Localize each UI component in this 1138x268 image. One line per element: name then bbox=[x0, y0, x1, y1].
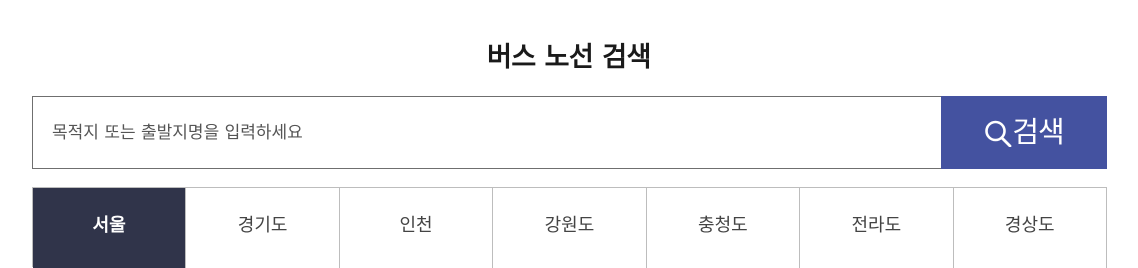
tab-chungcheong[interactable]: 충청도 bbox=[646, 188, 801, 268]
search-input[interactable] bbox=[32, 96, 941, 169]
tab-incheon[interactable]: 인천 bbox=[339, 188, 494, 268]
tab-gangwon[interactable]: 강원도 bbox=[493, 188, 647, 268]
tab-gyeongsang[interactable]: 경상도 bbox=[953, 188, 1107, 268]
tab-gyeonggi[interactable]: 경기도 bbox=[186, 188, 340, 268]
search-bar: 검색 bbox=[32, 96, 1107, 169]
tab-seoul[interactable]: 서울 bbox=[33, 188, 187, 268]
tab-jeolla[interactable]: 전라도 bbox=[800, 188, 954, 268]
region-tabs: 서울 경기도 인천 강원도 충청도 전라도 경상도 bbox=[32, 187, 1107, 268]
page-title: 버스 노선 검색 bbox=[487, 42, 651, 73]
search-icon bbox=[984, 119, 1012, 147]
search-button-label: 검색 bbox=[1012, 115, 1064, 149]
search-button[interactable]: 검색 bbox=[941, 96, 1107, 169]
